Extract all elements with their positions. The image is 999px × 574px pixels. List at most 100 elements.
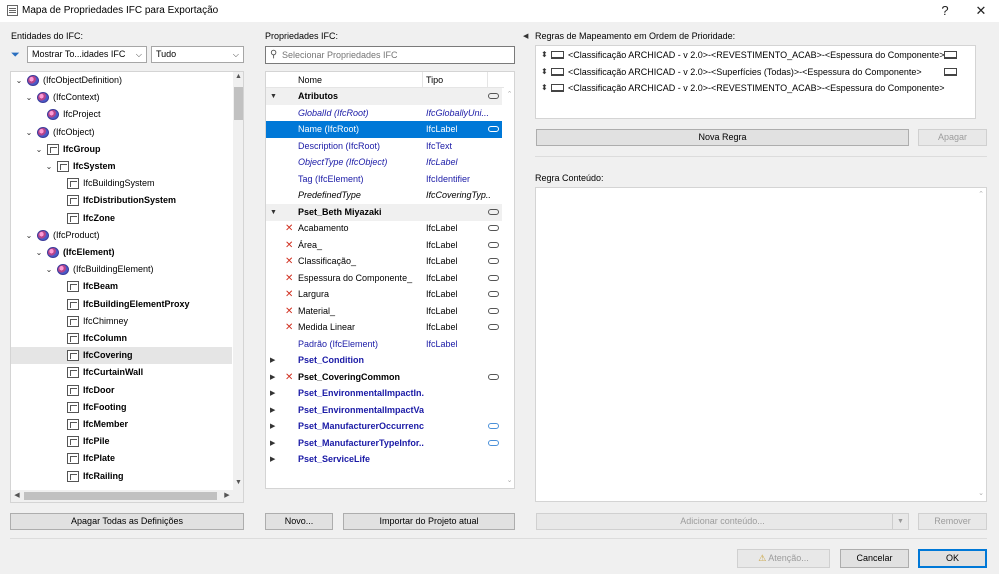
scroll-down-icon[interactable]: ▼ (233, 479, 243, 486)
add-content-button[interactable]: Adicionar conteúdo... ▼ (536, 513, 909, 530)
chevron-right-icon[interactable]: ▶ (270, 435, 275, 452)
import-from-project-button[interactable]: Importar do Projeto atual (343, 513, 515, 530)
chevron-right-icon[interactable]: ▶ (270, 451, 275, 468)
column-divider[interactable] (422, 72, 423, 88)
entity-filter-dropdown[interactable]: Mostrar To...idades IFC ⌵ (27, 46, 147, 63)
tree-hscroll-thumb[interactable] (24, 492, 217, 500)
chevron-down-icon[interactable]: ⌄ (24, 124, 34, 141)
tree-item[interactable]: ⌄ (IfcElement) (11, 244, 232, 261)
drag-handle-icon[interactable]: ⬍ (541, 80, 548, 96)
ok-button[interactable]: OK (918, 549, 987, 568)
mapping-rules-list[interactable]: ⬍ <Classificação ARCHICAD - v 2.0>-<REVES… (535, 45, 976, 119)
entity-scope-dropdown[interactable]: Tudo ⌵ (151, 46, 244, 63)
tree-item[interactable]: IfcProject (11, 106, 232, 123)
column-header-name[interactable]: Nome (298, 75, 322, 85)
chevron-down-icon[interactable]: ⌄ (14, 72, 24, 89)
property-row[interactable]: Name (IfcRoot) IfcLabel (266, 121, 502, 138)
tree-item[interactable]: IfcColumn (11, 330, 232, 347)
tree-item[interactable]: IfcPile (11, 433, 232, 450)
tree-item[interactable]: IfcChimney (11, 313, 232, 330)
scroll-up-icon[interactable]: ⌃ (504, 90, 514, 98)
chevron-down-icon[interactable]: ⌄ (34, 141, 44, 158)
chevron-down-icon[interactable]: ⌄ (44, 261, 54, 278)
tree-item[interactable]: ⌄ (IfcProduct) (11, 227, 232, 244)
properties-search[interactable]: ⚲ (265, 46, 515, 64)
tree-item[interactable]: IfcMember (11, 416, 232, 433)
scroll-up-icon[interactable]: ⌃ (976, 190, 986, 198)
tree-item[interactable]: IfcZone (11, 210, 232, 227)
property-set-row[interactable]: ▶ Pset_EnvironmentalImpactIn... (266, 385, 502, 402)
delete-rule-button[interactable]: Apagar (918, 129, 987, 146)
property-row[interactable]: ✕ Classificação_ IfcLabel (266, 253, 502, 270)
clear-all-definitions-button[interactable]: Apagar Todas as Definições (10, 513, 244, 530)
tree-item[interactable]: IfcFooting (11, 399, 232, 416)
property-set-row[interactable]: ▼ Atributos (266, 88, 502, 105)
tree-item[interactable]: ⌄ (IfcBuildingElement) (11, 261, 232, 278)
property-set-row[interactable]: ▶ ✕ Pset_CoveringCommon (266, 369, 502, 386)
tree-item[interactable]: ⌄ (IfcObjectDefinition) (11, 72, 232, 89)
chevron-right-icon[interactable]: ▶ (270, 418, 275, 435)
tree-item[interactable]: IfcBuildingElementProxy (11, 296, 232, 313)
scroll-right-icon[interactable]: ▶ (222, 491, 232, 499)
tree-item[interactable]: IfcPlate (11, 450, 232, 467)
properties-search-input[interactable] (282, 48, 510, 62)
mapping-rule-row[interactable]: ⬍ <Classificação ARCHICAD - v 2.0>-<REVES… (536, 80, 975, 96)
tree-item[interactable]: IfcBuildingSystem (11, 175, 232, 192)
property-set-row[interactable]: ▶ Pset_Condition (266, 352, 502, 369)
tree-item[interactable]: IfcBeam (11, 278, 232, 295)
tree-item[interactable]: ⌄ (IfcContext) (11, 89, 232, 106)
property-set-row[interactable]: ▶ Pset_EnvironmentalImpactVa... (266, 402, 502, 419)
chevron-right-icon[interactable]: ▶ (270, 402, 275, 419)
scroll-up-icon[interactable]: ▲ (233, 73, 243, 80)
column-header-type[interactable]: Tipo (426, 75, 443, 85)
property-set-row[interactable]: ▶ Pset_ManufacturerTypeInfor... (266, 435, 502, 452)
chevron-down-icon[interactable]: ⌄ (44, 158, 54, 175)
property-row[interactable]: ✕ Espessura do Componente_ IfcLabel (266, 270, 502, 287)
property-row[interactable]: GlobalId (IfcRoot) IfcGloballyUni... (266, 105, 502, 122)
tree-scroll-thumb[interactable] (234, 87, 243, 120)
property-row[interactable]: Description (IfcRoot) IfcText (266, 138, 502, 155)
mapping-rule-row[interactable]: ⬍ <Classificação ARCHICAD - v 2.0>-<Super… (536, 64, 975, 80)
property-row[interactable]: ✕ Acabamento IfcLabel (266, 220, 502, 237)
chevron-right-icon[interactable]: ▶ (270, 385, 275, 402)
property-row[interactable]: ✕ Medida Linear IfcLabel (266, 319, 502, 336)
tree-item[interactable]: IfcDoor (11, 382, 232, 399)
entity-tree[interactable]: ⌄ (IfcObjectDefinition) ⌄ (IfcContext) IfcPr… (10, 71, 244, 503)
chevron-down-icon[interactable]: ⌄ (24, 89, 34, 106)
tree-horizontal-scrollbar[interactable]: ◀ ▶ (11, 490, 243, 502)
property-row[interactable]: PredefinedType IfcCoveringTyp... (266, 187, 502, 204)
column-divider[interactable] (487, 72, 488, 88)
mapping-rule-row[interactable]: ⬍ <Classificação ARCHICAD - v 2.0>-<REVES… (536, 47, 975, 63)
cancel-button[interactable]: Cancelar (840, 549, 909, 568)
tree-item[interactable]: ⌄ (IfcObject) (11, 124, 232, 141)
tree-item[interactable]: ⌄ IfcSystem (11, 158, 232, 175)
property-row[interactable]: Padrão (IfcElement) IfcLabel (266, 336, 502, 353)
chevron-down-icon[interactable]: ▼ (892, 514, 908, 529)
warning-button[interactable]: ⚠ Atenção... (737, 549, 830, 568)
scroll-left-icon[interactable]: ◀ (12, 491, 22, 499)
drag-handle-icon[interactable]: ⬍ (541, 47, 548, 63)
property-set-row[interactable]: ▶ Pset_ManufacturerOccurrence (266, 418, 502, 435)
chevron-down-icon[interactable]: ⌄ (24, 227, 34, 244)
properties-vertical-scrollbar[interactable]: ⌃ ⌄ (504, 72, 514, 488)
tree-item[interactable]: IfcCovering (11, 347, 232, 365)
scroll-down-icon[interactable]: ⌄ (504, 476, 514, 484)
property-row[interactable]: ObjectType (IfcObject) IfcLabel (266, 154, 502, 171)
chevron-right-icon[interactable]: ▶ (270, 352, 275, 369)
new-property-button[interactable]: Novo... (265, 513, 333, 530)
property-row[interactable]: ✕ Área_ IfcLabel (266, 237, 502, 254)
property-set-row[interactable]: ▶ Pset_ServiceLife (266, 451, 502, 468)
help-button[interactable]: ? (930, 2, 960, 20)
drag-handle-icon[interactable]: ⬍ (541, 64, 548, 80)
property-set-row[interactable]: ▼ Pset_Beth Miyazaki (266, 203, 502, 221)
property-row[interactable]: ✕ Material_ IfcLabel (266, 303, 502, 320)
collapse-panel-icon[interactable]: ◀ (523, 32, 528, 40)
tree-item[interactable]: IfcCurtainWall (11, 364, 232, 381)
rule-content-area[interactable]: ⌃ ⌄ (535, 187, 987, 502)
tree-item[interactable]: IfcRailing (11, 468, 232, 485)
remove-content-button[interactable]: Remover (918, 513, 987, 530)
tree-item[interactable]: ⌄ IfcGroup (11, 141, 232, 158)
tree-vertical-scrollbar[interactable]: ▲ ▼ (233, 72, 243, 490)
chevron-down-icon[interactable]: ▼ (270, 88, 277, 105)
scroll-down-icon[interactable]: ⌄ (976, 489, 986, 497)
